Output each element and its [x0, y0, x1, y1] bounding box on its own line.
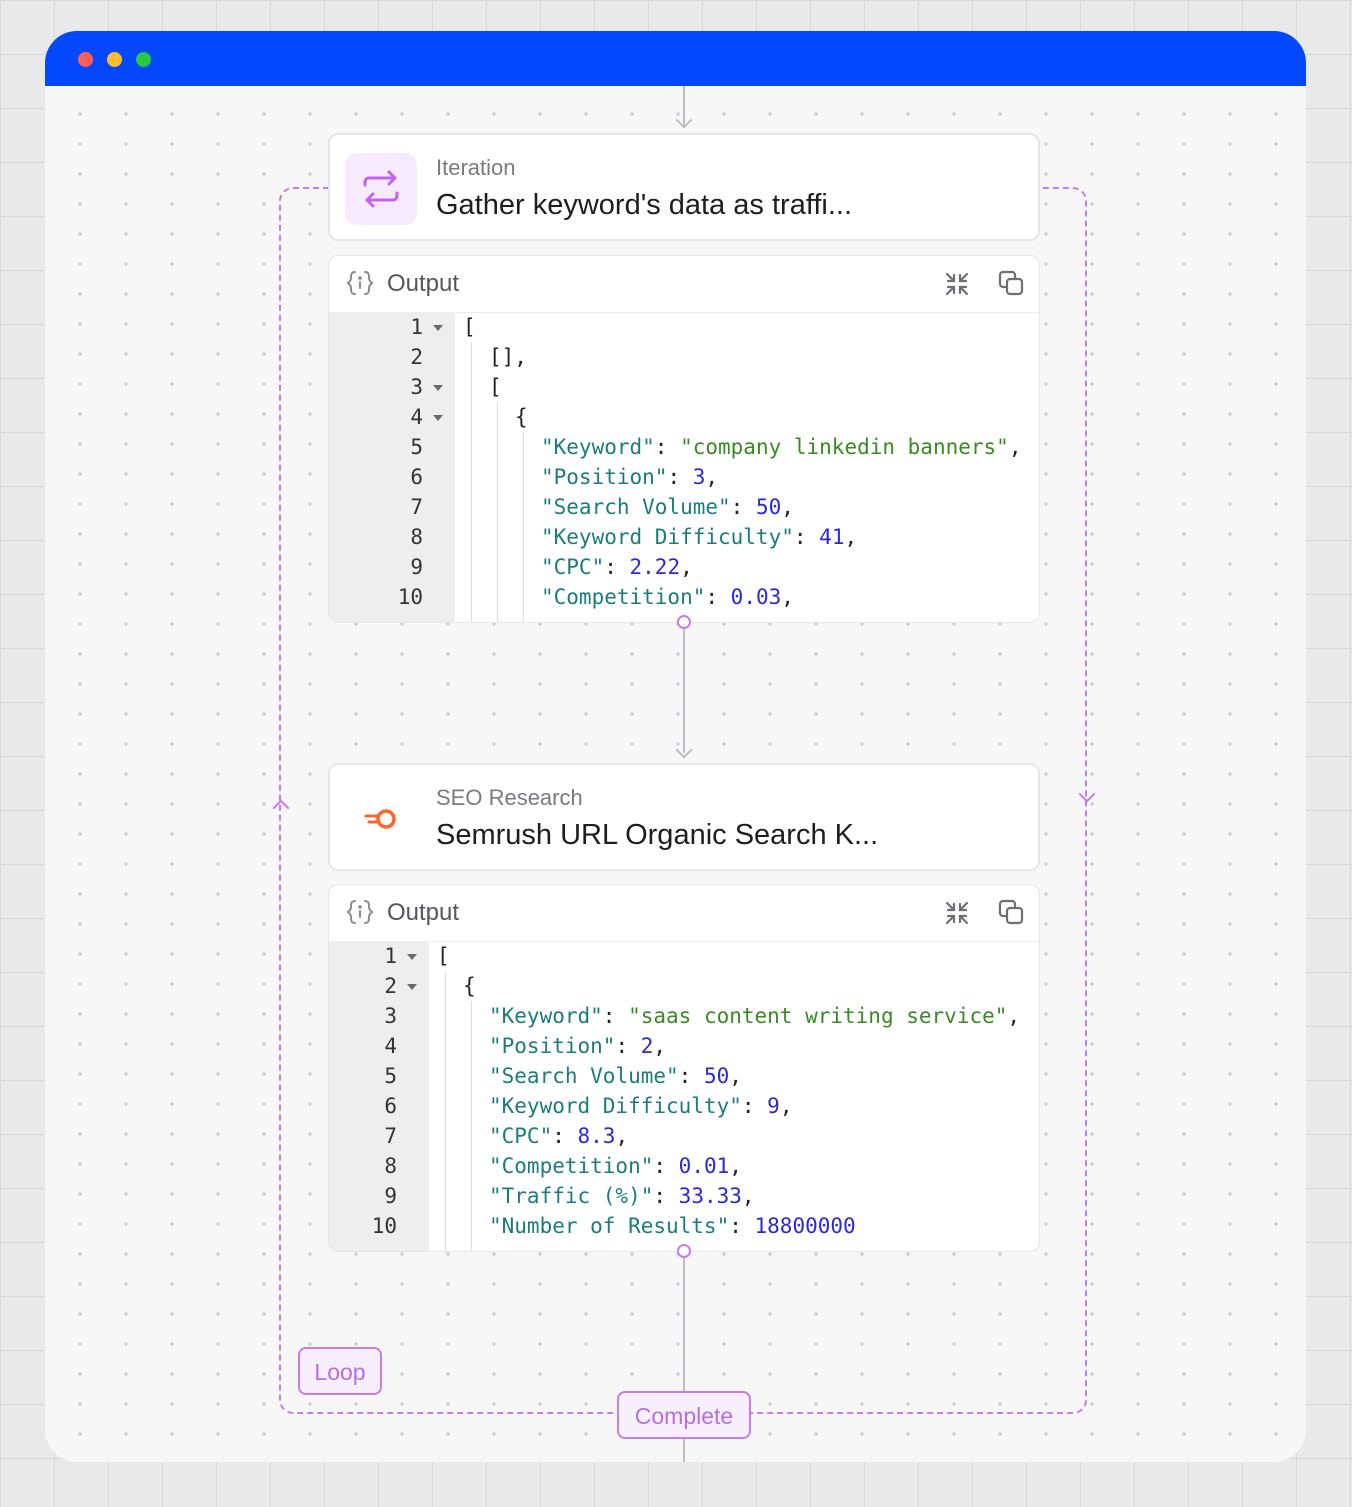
indent-guide: [497, 402, 498, 622]
code-line: [: [463, 315, 476, 339]
line-number: 6: [410, 465, 423, 489]
maximize-window-button[interactable]: [136, 52, 151, 67]
fold-toggle-icon[interactable]: [407, 954, 417, 960]
code-line: "CPC": 8.3,: [489, 1124, 629, 1148]
line-number: 4: [410, 405, 423, 429]
iteration-output-panel: Output 1 2 3 4 5 6 7 8 9 10 [[], [{"K…: [328, 255, 1040, 623]
line-gutter: 1 2 3 4 5 6 7 8 9 10: [329, 312, 455, 622]
code-line: "Number of Results": 18800000: [489, 1214, 856, 1238]
line-number: 3: [384, 1004, 397, 1028]
code-line: "Keyword": "saas content writing service…: [489, 1004, 1021, 1028]
line-number: 2: [384, 974, 397, 998]
node-type-label: SEO Research: [436, 785, 583, 810]
line-number: 8: [410, 525, 423, 549]
json-object-icon: [346, 271, 374, 295]
code-editor[interactable]: 1 2 3 4 5 6 7 8 9 10 [ { "Keyword": "saa…: [329, 941, 1039, 1251]
code-line: "Keyword Difficulty": 41,: [541, 525, 858, 549]
app-window: Iteration Gather keyword's data as traff…: [45, 31, 1306, 1462]
seo-research-node[interactable]: SEO Research Semrush URL Organic Search …: [328, 763, 1040, 871]
collapse-icon[interactable]: [943, 270, 971, 298]
line-number: 4: [384, 1034, 397, 1058]
line-number: 6: [384, 1094, 397, 1118]
line-number: 5: [410, 435, 423, 459]
line-number: 9: [384, 1184, 397, 1208]
node-title: Gather keyword's data as traffi...: [436, 189, 853, 221]
line-number: 3: [410, 375, 423, 399]
line-number: 1: [410, 315, 423, 339]
indent-guide: [445, 971, 446, 1251]
code-line: "Position": 3,: [541, 465, 719, 489]
line-number: 1: [384, 944, 397, 968]
copy-icon[interactable]: [997, 269, 1025, 297]
node-title: Semrush URL Organic Search K...: [436, 819, 879, 851]
fold-toggle-icon[interactable]: [433, 325, 443, 331]
seo-icon-box: [345, 783, 417, 855]
indent-guide: [523, 432, 524, 622]
copy-icon[interactable]: [997, 898, 1025, 926]
loop-tag[interactable]: Loop: [298, 1347, 382, 1395]
indent-guide: [471, 1001, 472, 1251]
iteration-icon-box: [345, 153, 417, 225]
line-number: 2: [410, 345, 423, 369]
seo-output-panel: Output 1 2 3 4 5 6 7 8 9 10 [{"Keyword…: [328, 884, 1040, 1252]
code-line: [: [437, 944, 450, 968]
code-line: "Keyword": "company linkedin banners",: [541, 435, 1022, 459]
collapse-icon[interactable]: [943, 899, 971, 927]
fold-toggle-icon[interactable]: [433, 415, 443, 421]
code-editor[interactable]: 1 2 3 4 5 6 7 8 9 10 [ [], [ { "Keyword"…: [329, 312, 1039, 622]
output-label: Output: [387, 899, 460, 926]
line-number: 8: [384, 1154, 397, 1178]
line-gutter: 1 2 3 4 5 6 7 8 9 10: [329, 941, 429, 1251]
code-line: "Position": 2,: [489, 1034, 667, 1058]
line-number: 9: [410, 555, 423, 579]
line-number: 10: [371, 1214, 397, 1238]
code-line: "Search Volume": 50,: [489, 1064, 742, 1088]
output-label: Output: [387, 270, 460, 297]
code-line: {: [515, 405, 528, 429]
line-number: 10: [397, 585, 423, 609]
repeat-arrows-icon: [363, 170, 399, 208]
code-line: {: [463, 974, 476, 998]
code-line: "CPC": 2.22,: [541, 555, 693, 579]
line-number: 7: [410, 495, 423, 519]
minimize-window-button[interactable]: [107, 52, 122, 67]
indent-guide: [471, 342, 472, 622]
code-line: [: [489, 375, 502, 399]
arrow-down-icon: [675, 111, 693, 129]
code-line: "Traffic (%)": 33.33,: [489, 1184, 755, 1208]
complete-tag[interactable]: Complete: [617, 1391, 751, 1439]
code-line: [],: [489, 345, 527, 369]
output-handle[interactable]: [677, 1244, 691, 1258]
code-line: "Search Volume": 50,: [541, 495, 794, 519]
code-line: "Competition": 0.01,: [489, 1154, 742, 1178]
close-window-button[interactable]: [78, 52, 93, 67]
connector-middle: [683, 623, 685, 753]
iteration-node[interactable]: Iteration Gather keyword's data as traff…: [328, 133, 1040, 241]
line-number: 7: [384, 1124, 397, 1148]
node-type-label: Iteration: [436, 155, 516, 180]
title-bar: [45, 31, 1306, 86]
code-line: "Keyword Difficulty": 9,: [489, 1094, 793, 1118]
code-line: "Competition": 0.03,: [541, 585, 794, 609]
semrush-icon: [364, 809, 396, 829]
output-header: Output: [329, 885, 1039, 942]
fold-toggle-icon[interactable]: [407, 984, 417, 990]
json-object-icon: [346, 900, 374, 924]
output-header: Output: [329, 256, 1039, 313]
fold-toggle-icon[interactable]: [433, 385, 443, 391]
line-number: 5: [384, 1064, 397, 1088]
output-handle[interactable]: [677, 615, 691, 629]
